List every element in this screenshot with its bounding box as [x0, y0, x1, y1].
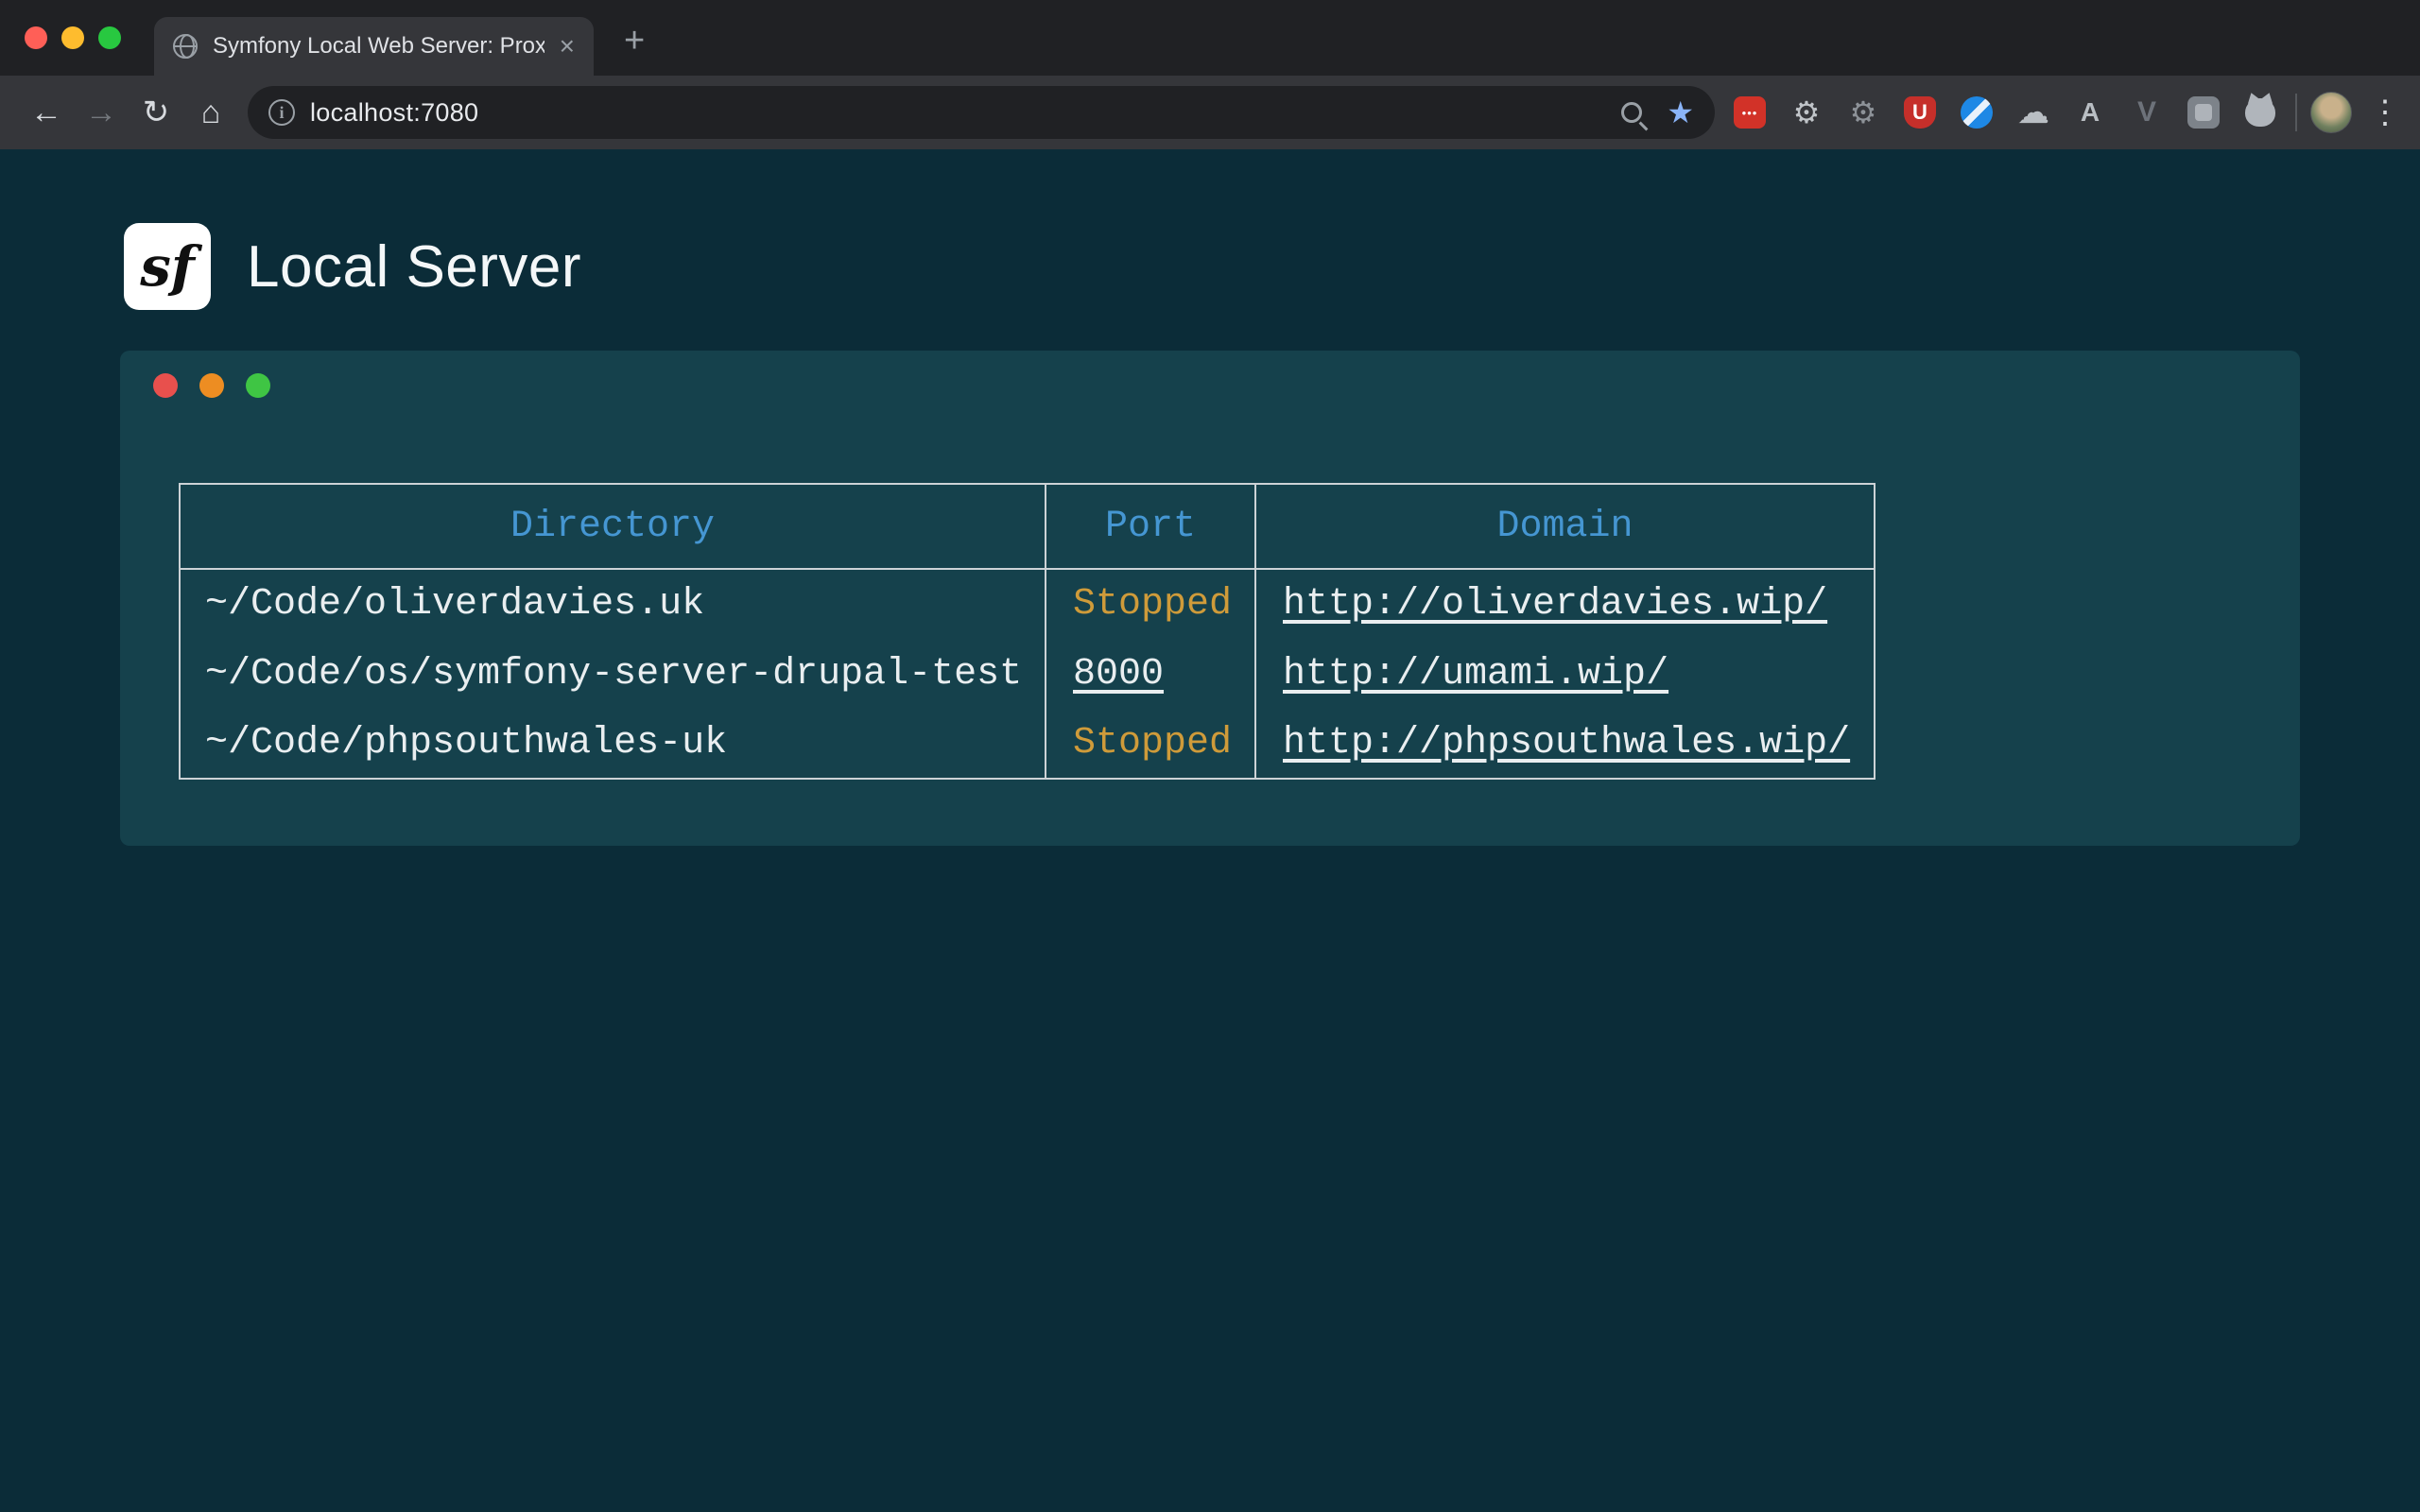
cog-extension-icon[interactable]: ⚙: [1841, 91, 1885, 134]
directory-cell: ~/Code/phpsouthwales-uk: [180, 709, 1046, 779]
port-link[interactable]: 8000: [1073, 653, 1164, 696]
domain-link[interactable]: http://phpsouthwales.wip/: [1283, 722, 1850, 765]
table-header-row: Directory Port Domain: [180, 484, 1875, 569]
blue-circle-extension-icon[interactable]: [1955, 91, 1998, 134]
window-controls: [25, 26, 121, 49]
u-shield-extension-icon[interactable]: U: [1898, 91, 1942, 134]
letter-a-extension-icon[interactable]: A: [2068, 91, 2112, 134]
window-close-button[interactable]: [25, 26, 47, 49]
window-maximize-button[interactable]: [98, 26, 121, 49]
tab-close-icon[interactable]: ×: [560, 33, 575, 60]
port-status: Stopped: [1073, 722, 1232, 765]
browser-tab[interactable]: Symfony Local Web Server: Prox ×: [154, 17, 594, 76]
octocat-glyph: [2245, 98, 2275, 127]
table-row: ~/Code/phpsouthwales-uk Stopped http://p…: [180, 709, 1875, 779]
back-button[interactable]: ←: [19, 94, 74, 131]
red-dots-extension-icon[interactable]: •••: [1728, 91, 1772, 134]
new-tab-button[interactable]: +: [624, 21, 645, 61]
directory-cell: ~/Code/oliverdavies.uk: [180, 569, 1046, 639]
tab-favicon-globe-icon: [173, 34, 198, 59]
panel-window-dots: [153, 373, 270, 398]
reload-button[interactable]: ↻: [129, 94, 183, 131]
table-row: ~/Code/os/symfony-server-drupal-test 800…: [180, 639, 1875, 709]
gear-extension-icon[interactable]: ⚙: [1785, 91, 1828, 134]
brand-header: sf Local Server: [0, 149, 2420, 310]
window-minimize-button[interactable]: [61, 26, 84, 49]
panel-green-dot: [246, 373, 270, 398]
column-header-directory: Directory: [180, 484, 1046, 569]
gray-tile-extension-icon[interactable]: [2182, 91, 2225, 134]
column-header-port: Port: [1046, 484, 1255, 569]
url-text[interactable]: localhost:7080: [310, 98, 478, 128]
zoom-icon[interactable]: [1621, 102, 1642, 123]
domain-link[interactable]: http://umami.wip/: [1283, 653, 1668, 696]
red-dots-extension-glyph: •••: [1734, 96, 1766, 129]
github-extension-icon[interactable]: [2238, 91, 2282, 134]
cloud-extension-icon[interactable]: ☁: [2012, 91, 2055, 134]
port-status: Stopped: [1073, 583, 1232, 626]
terminal-panel: Directory Port Domain ~/Code/oliverdavie…: [120, 351, 2300, 846]
page-content: sf Local Server Directory Port Domain ~/…: [0, 149, 2420, 1512]
table-row: ~/Code/oliverdavies.uk Stopped http://ol…: [180, 569, 1875, 639]
browser-toolbar: ← → ↻ ⌂ i localhost:7080 ★ ••• ⚙ ⚙ U ☁ A…: [0, 76, 2420, 149]
bookmark-star-icon[interactable]: ★: [1667, 97, 1694, 128]
gray-tile-extension-glyph: [2187, 96, 2220, 129]
domain-link[interactable]: http://oliverdavies.wip/: [1283, 583, 1827, 626]
symfony-logo: sf: [124, 223, 211, 310]
tab-title: Symfony Local Web Server: Prox: [213, 33, 544, 60]
toolbar-separator: [2295, 94, 2297, 131]
home-button[interactable]: ⌂: [183, 94, 238, 131]
u-shield-extension-glyph: U: [1904, 96, 1936, 129]
profile-avatar[interactable]: [2310, 92, 2352, 133]
extensions-area: ••• ⚙ ⚙ U ☁ A V: [1728, 91, 2282, 134]
forward-button[interactable]: →: [74, 94, 129, 131]
letter-v-extension-icon[interactable]: V: [2125, 91, 2169, 134]
site-info-icon[interactable]: i: [268, 99, 295, 126]
page-title: Local Server: [247, 233, 581, 301]
blue-circle-extension-glyph: [1961, 96, 1993, 129]
column-header-domain: Domain: [1255, 484, 1875, 569]
directory-cell: ~/Code/os/symfony-server-drupal-test: [180, 639, 1046, 709]
panel-orange-dot: [199, 373, 224, 398]
panel-red-dot: [153, 373, 178, 398]
address-bar[interactable]: i localhost:7080 ★: [248, 86, 1715, 139]
server-table: Directory Port Domain ~/Code/oliverdavie…: [179, 483, 1876, 780]
tab-strip: Symfony Local Web Server: Prox × +: [0, 0, 2420, 76]
browser-menu-icon[interactable]: ⋮: [2369, 94, 2401, 131]
